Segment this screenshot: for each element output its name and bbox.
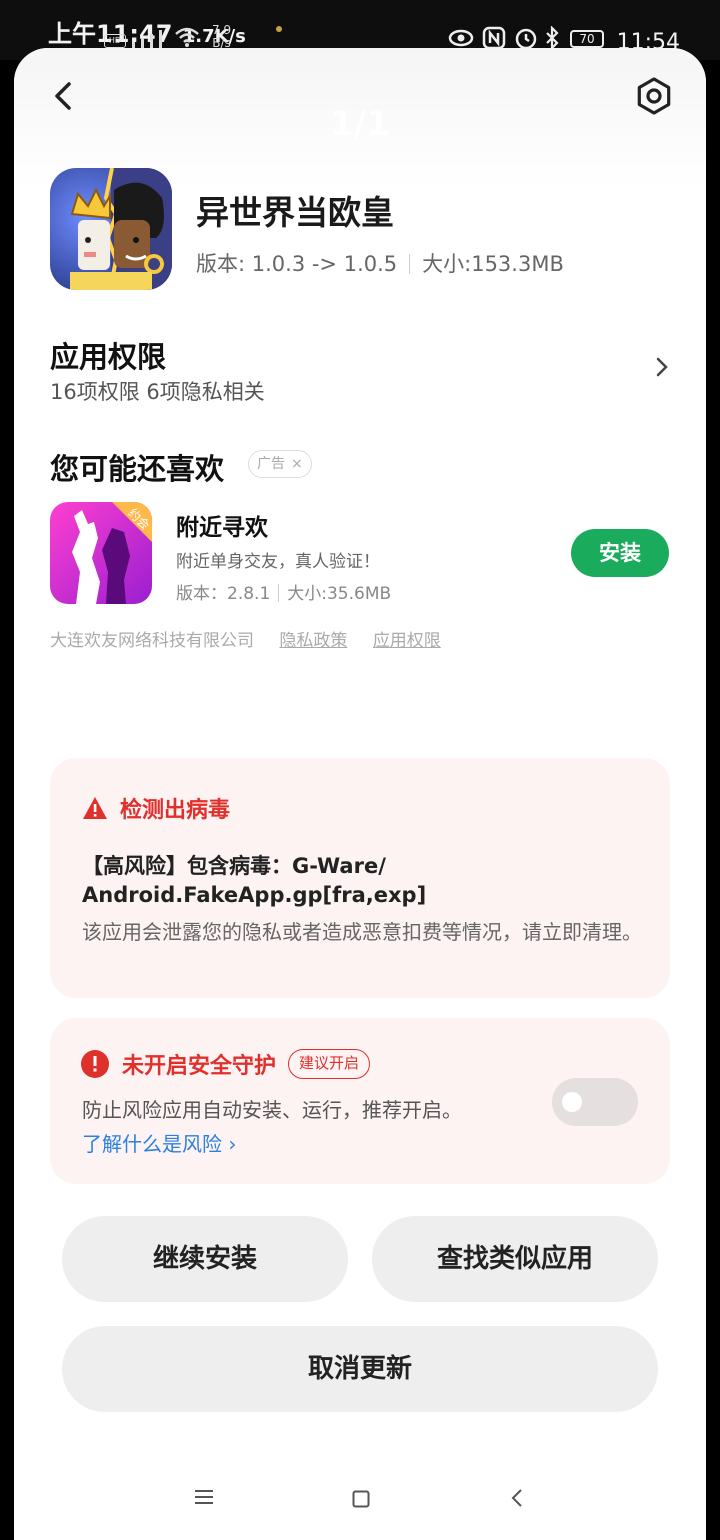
game-character-icon	[50, 168, 172, 290]
recommended-app-version: 版本：2.8.1	[176, 584, 271, 604]
toggle-knob	[562, 1092, 582, 1112]
battery-level: 70	[579, 32, 595, 46]
guard-description: 防止风险应用自动安装、运行，推荐开启。	[82, 1098, 462, 1122]
chevron-right-icon: ›	[228, 1132, 237, 1156]
continue-install-button[interactable]: 继续安装	[62, 1216, 348, 1302]
virus-detail: 【高风险】包含病毒：G-Ware/ Android.FakeApp.gp[fra…	[82, 854, 427, 907]
ad-tag[interactable]: 广告 ×	[248, 450, 312, 478]
guard-toggle[interactable]	[552, 1078, 638, 1126]
menu-icon[interactable]	[194, 1488, 214, 1506]
find-similar-button[interactable]: 查找类似应用	[372, 1216, 658, 1302]
app-meta: 版本: 1.0.3 -> 1.0.5 大小:153.3MB	[196, 248, 564, 278]
nav-back-icon[interactable]	[510, 1488, 524, 1508]
signal-bar-icon	[150, 34, 153, 48]
app-icon	[50, 168, 172, 290]
app-size: 大小:153.3MB	[422, 252, 564, 276]
install-sheet: 1/1 异世界当欧皇 版本: 1.0.3 -> 1.0.5 大小:153.3MB…	[14, 48, 706, 1540]
recommended-app-name[interactable]: 附近寻欢	[176, 508, 268, 542]
app-name: 异世界当欧皇	[196, 193, 394, 232]
wifi-icon	[175, 27, 199, 47]
developer-name: 大连欢友网络科技有限公司	[50, 631, 254, 651]
warning-triangle-icon	[83, 797, 107, 819]
privacy-policy-link[interactable]: 隐私政策	[279, 631, 347, 651]
nfc-icon	[482, 26, 506, 50]
signal-icons: HD	[104, 30, 162, 48]
app-version: 版本: 1.0.3 -> 1.0.5	[196, 252, 398, 276]
eye-icon	[448, 29, 474, 47]
guard-title: 未开启安全守护	[122, 1054, 277, 1079]
recommended-app-description: 附近单身交友，真人验证！	[176, 552, 380, 572]
virus-warning-card: 检测出病毒 【高风险】包含病毒：G-Ware/ Android.FakeApp.…	[50, 758, 670, 998]
recommend-title: 您可能还喜欢	[50, 452, 225, 486]
recommended-app-footer: 大连欢友网络科技有限公司 隐私政策 应用权限	[50, 626, 441, 651]
hd-icon: HD	[104, 34, 126, 48]
guard-suggest-tag: 建议开启	[288, 1049, 371, 1079]
learn-risk-link[interactable]: 了解什么是风险 ›	[82, 1128, 236, 1157]
back-arrow-icon[interactable]	[44, 76, 84, 116]
ad-label: 广告	[257, 456, 285, 472]
recommended-app-icon[interactable]: 约会	[50, 502, 152, 604]
battery-icon: 70	[570, 30, 604, 48]
info-alert-icon	[81, 1050, 109, 1078]
notification-dot-icon	[276, 26, 282, 32]
permissions-summary: 16项权限 6项隐私相关	[50, 380, 265, 404]
signal-bar-icon	[159, 30, 162, 48]
alarm-icon	[515, 28, 537, 50]
virus-title: 检测出病毒	[120, 798, 231, 823]
divider	[278, 584, 280, 602]
dating-app-icon: 约会	[50, 502, 152, 604]
learn-risk-text: 了解什么是风险	[82, 1132, 222, 1156]
cancel-update-button[interactable]: 取消更新	[62, 1326, 658, 1412]
guard-header: 未开启安全守护 建议开启	[80, 1048, 371, 1080]
settings-gear-icon[interactable]	[634, 76, 674, 116]
install-button[interactable]: 安装	[571, 529, 669, 577]
chevron-right-icon[interactable]	[652, 354, 672, 380]
image-counter: 1/1	[330, 104, 390, 144]
bluetooth-icon	[546, 26, 559, 50]
virus-header: 检测出病毒	[82, 792, 230, 824]
app-permissions-link[interactable]: 应用权限	[373, 631, 441, 651]
security-guard-card: 未开启安全守护 建议开启 防止风险应用自动安装、运行，推荐开启。 了解什么是风险…	[50, 1018, 670, 1184]
divider	[409, 254, 411, 274]
system-nav-bar	[14, 1468, 706, 1528]
virus-note: 该应用会泄露您的隐私或者造成恶意扣费等情况，请立即清理。	[82, 920, 642, 944]
net-speed: 7.9 B/s	[212, 24, 231, 50]
ad-close-icon[interactable]: ×	[291, 451, 303, 477]
signal-bar-icon	[141, 38, 144, 48]
home-square-icon[interactable]	[352, 1490, 370, 1508]
permissions-title: 应用权限	[50, 340, 167, 374]
recommended-app-meta: 版本：2.8.1 大小:35.6MB	[176, 579, 391, 604]
recommended-app-size: 大小:35.6MB	[287, 584, 392, 604]
